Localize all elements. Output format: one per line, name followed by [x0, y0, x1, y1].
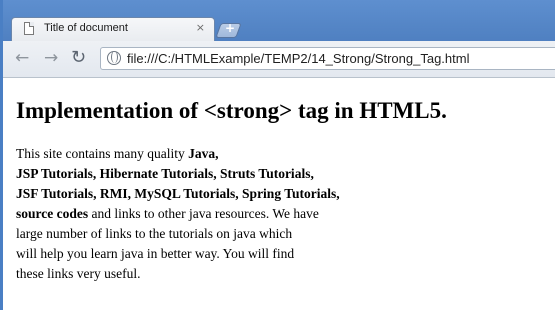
paragraph: This site contains many quality Java, JS… — [16, 144, 416, 284]
strong-text: JSP Tutorials, Hibernate Tutorials, Stru… — [16, 166, 314, 181]
toolbar: ← → ↻ file:///C:/HTMLExample/TEMP2/14_St… — [3, 41, 555, 78]
forward-arrow-icon[interactable]: → — [44, 48, 58, 68]
strong-text: Java, — [188, 146, 219, 161]
globe-icon — [107, 51, 121, 65]
paragraph-line: JSP Tutorials, Hibernate Tutorials, Stru… — [16, 164, 416, 184]
paragraph-line: JSF Tutorials, RMI, MySQL Tutorials, Spr… — [16, 184, 416, 204]
reload-icon[interactable]: ↻ — [71, 47, 86, 68]
close-icon[interactable]: × — [196, 21, 205, 34]
paragraph-line: large number of links to the tutorials o… — [16, 224, 416, 244]
text-run: This site contains many quality — [16, 146, 189, 161]
paragraph-line: will help you learn java in better way. … — [16, 244, 416, 264]
text-run: will help you learn java in better way. … — [16, 246, 295, 261]
page-heading: Implementation of <strong> tag in HTML5. — [16, 98, 447, 123]
text-run: these links very useful. — [16, 266, 141, 281]
strong-text: source codes — [16, 206, 89, 221]
paragraph-line: these links very useful. — [16, 264, 416, 284]
paragraph-line: This site contains many quality Java, — [16, 144, 416, 164]
url-text[interactable]: file:///C:/HTMLExample/TEMP2/14_Strong/S… — [127, 51, 469, 66]
text-run: large number of links to the tutorials o… — [16, 226, 293, 241]
page-content: Implementation of <strong> tag in HTML5.… — [15, 78, 555, 310]
browser-window: Title of document × + ← → ↻ file:///C:/H… — [0, 0, 555, 310]
tab-title: Title of document — [44, 22, 128, 34]
text-run: and links to other java resources. We ha… — [88, 206, 319, 221]
back-arrow-icon[interactable]: ← — [15, 48, 29, 68]
plus-icon[interactable]: + — [224, 21, 236, 35]
tab-active[interactable]: Title of document × — [11, 17, 215, 41]
paragraph-line: source codes and links to other java res… — [16, 204, 416, 224]
tab-strip: Title of document × + — [3, 0, 555, 41]
page-icon — [24, 22, 34, 35]
address-bar[interactable]: file:///C:/HTMLExample/TEMP2/14_Strong/S… — [100, 47, 555, 70]
strong-text: JSF Tutorials, RMI, MySQL Tutorials, Spr… — [16, 186, 340, 201]
